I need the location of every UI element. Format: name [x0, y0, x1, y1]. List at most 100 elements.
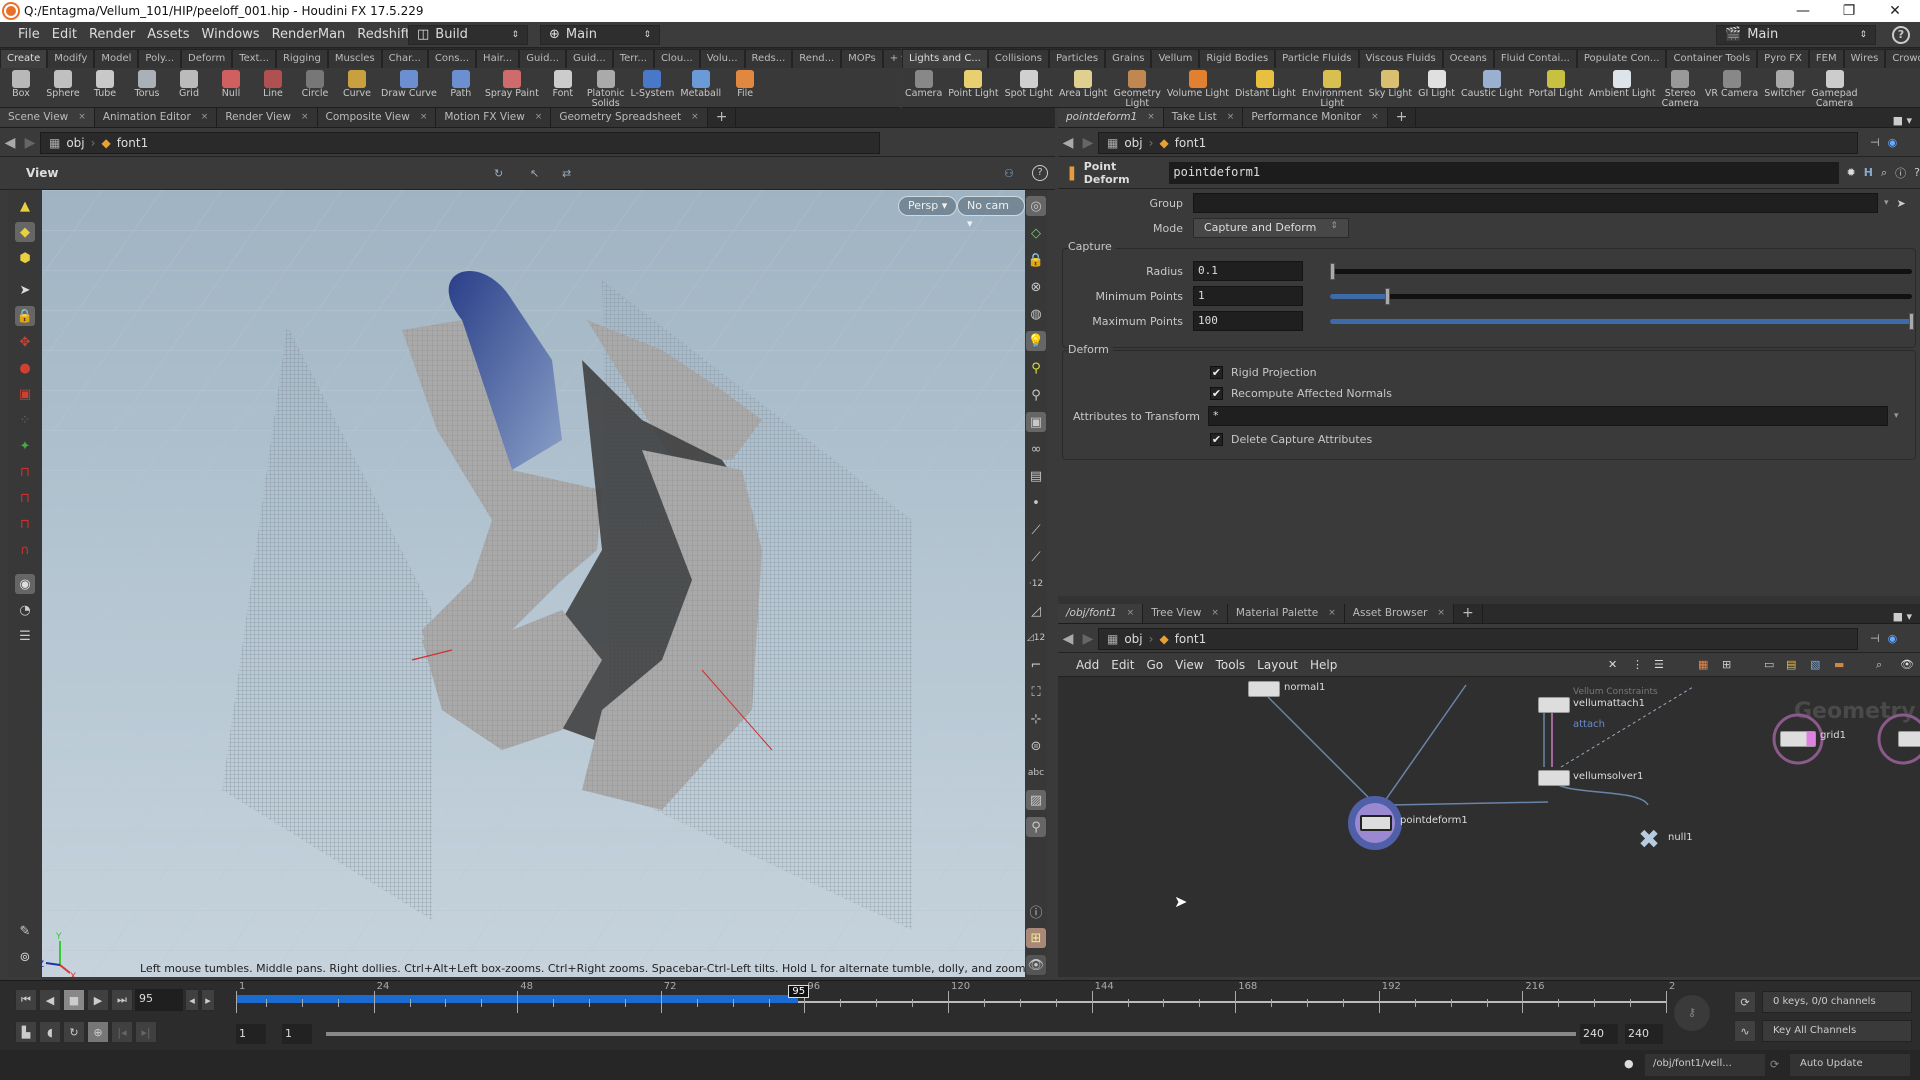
viewport-layout-icon[interactable]: ⊞ — [1026, 928, 1046, 948]
shading-icon[interactable]: ◍ — [1026, 304, 1046, 324]
shelf_left-tab-10[interactable]: Hair... — [476, 49, 520, 68]
pane-menu-icon[interactable]: ■ ▾ — [1893, 610, 1912, 623]
attributes-field[interactable]: * — [1208, 406, 1888, 426]
menu-redshift[interactable]: Redshift — [351, 27, 416, 42]
shelf_right-tab-9[interactable]: Fluid Contai... — [1493, 49, 1577, 68]
network-menu-tools[interactable]: Tools — [1210, 658, 1252, 672]
origin-icon[interactable]: ⊹ — [1026, 709, 1046, 729]
minimize-button[interactable]: — — [1780, 0, 1826, 22]
channel-refresh-icon[interactable]: ⟳ — [1734, 991, 1756, 1013]
add-tab-button[interactable]: + — [1388, 108, 1417, 127]
menu-windows[interactable]: Windows — [196, 27, 266, 42]
audio-icon[interactable]: ◖ — [39, 1021, 61, 1043]
tab-material-palette[interactable]: Material Palette × — [1227, 604, 1345, 623]
add-tab-button[interactable]: + — [708, 108, 737, 127]
marker-icon[interactable]: ⚲ — [1026, 817, 1046, 837]
tab-scene-view[interactable]: Scene View × — [0, 108, 95, 127]
path-font1[interactable]: font1 — [1175, 136, 1207, 150]
tab-asset-browser[interactable]: Asset Browser × — [1344, 604, 1454, 623]
shelf_left-tab-12[interactable]: Guid... — [565, 49, 613, 68]
shelf-tool-camera[interactable]: Camera — [902, 70, 945, 99]
play-button[interactable]: ▶ — [87, 989, 109, 1011]
handle-tool-icon[interactable]: ✦ — [15, 436, 35, 456]
forward-arrow-icon[interactable]: ▶ — [20, 135, 40, 151]
tab-motion-fx-view[interactable]: Motion FX View × — [436, 108, 552, 127]
range-end-icon[interactable]: ▸| — [135, 1021, 157, 1043]
shelf-tool-metaball[interactable]: Metaball — [677, 70, 724, 99]
shelf_right-tab-0[interactable]: Lights and C... — [902, 49, 988, 68]
step-back-button[interactable]: ◀ — [39, 989, 61, 1011]
range-end-field-2[interactable]: 240 — [1625, 1024, 1663, 1044]
shelf_right-tab-3[interactable]: Grains — [1105, 49, 1152, 68]
shelf-tool-grid[interactable]: Grid — [168, 70, 210, 99]
desktop-select-scene[interactable]: 🎬 Main ⇕ — [1716, 24, 1876, 45]
desktop-select-main[interactable]: ⊕ Main ⇕ — [540, 24, 660, 45]
menu-edit[interactable]: Edit — [46, 27, 83, 42]
network-menu-go[interactable]: Go — [1140, 658, 1169, 672]
shelf_left-tab-2[interactable]: Model — [94, 49, 139, 68]
group-dropdown-icon[interactable]: ▾ — [1884, 198, 1889, 208]
network-menu-add[interactable]: Add — [1070, 658, 1105, 672]
shelf-tool-caustic-light[interactable]: Caustic Light — [1458, 70, 1526, 99]
shelf_right-tab-10[interactable]: Populate Con... — [1576, 49, 1667, 68]
ghost-icon[interactable]: ⊗ — [1026, 277, 1046, 297]
timeline-scrubber[interactable]: 1 24 48 72 96 120 144 168 192 216 2 95 — [236, 981, 1675, 1015]
tools-icon[interactable]: ✕ — [1608, 658, 1617, 671]
stereo-icon[interactable]: ∞ — [1026, 439, 1046, 459]
network-editor[interactable]: Geometry normal1 Vellum Constraints vell… — [1058, 677, 1920, 977]
recompute-normals-toggle[interactable]: ✔ Recompute Affected Normals — [1210, 387, 1392, 400]
network-search-icon[interactable]: ⌕ — [1876, 658, 1882, 672]
shelf-tool-gi-light[interactable]: GI Light — [1415, 70, 1458, 99]
range-start-field-2[interactable]: 1 — [282, 1024, 312, 1044]
network-path-field[interactable]: ▦ obj › ◆ font1 — [1098, 627, 1858, 650]
range-slider[interactable] — [326, 1032, 1576, 1036]
shelf_right-tab-1[interactable]: Collisions — [987, 49, 1049, 68]
pin-icon[interactable]: ⊣ — [1870, 632, 1880, 645]
shelf_left-tab-16[interactable]: Reds... — [744, 49, 793, 68]
subnet-icon[interactable]: ▬ — [1834, 658, 1844, 671]
rigid-projection-toggle[interactable]: ✔ Rigid Projection — [1210, 366, 1317, 379]
search-icon[interactable]: ⌕ — [1881, 166, 1887, 180]
group-field[interactable] — [1193, 193, 1878, 213]
tab-pointdeform1[interactable]: pointdeform1 × — [1058, 108, 1164, 127]
menu-render[interactable]: Render — [83, 27, 141, 42]
shelf-tool-volume-light[interactable]: Volume Light — [1164, 70, 1232, 99]
status-path[interactable]: /obj/font1/vell... — [1645, 1054, 1765, 1076]
shelf-tool-path[interactable]: Path — [440, 70, 482, 99]
tab-performance-monitor[interactable]: Performance Monitor × — [1243, 108, 1388, 127]
shelf_left-tab-13[interactable]: Terr... — [612, 49, 654, 68]
select-tool-icon[interactable]: ↖ — [530, 167, 539, 180]
pin-icon[interactable]: ⊣ — [1870, 136, 1880, 149]
update-mode-select[interactable]: Auto Update — [1790, 1054, 1910, 1076]
tab-render-view[interactable]: Render View × — [217, 108, 318, 127]
display-options-icon[interactable]: ⚇ — [1004, 167, 1014, 180]
waveform-icon[interactable]: ∿ — [1734, 1020, 1756, 1042]
shelf-tool-box[interactable]: Box — [0, 70, 42, 99]
shelf_left-tab-17[interactable]: Rend... — [792, 49, 842, 68]
back-arrow-icon[interactable]: ◀ — [1058, 631, 1078, 647]
select-mode-object-icon[interactable]: ▲ — [15, 196, 35, 216]
shelf_left-tab-6[interactable]: Rigging — [275, 49, 328, 68]
back-arrow-icon[interactable]: ◀ — [0, 135, 20, 151]
path-obj[interactable]: obj — [1124, 136, 1142, 150]
camera-display-icon[interactable]: ▣ — [1026, 412, 1046, 432]
render-region-icon[interactable]: ◔ — [15, 600, 35, 620]
shelf-tool-l-system[interactable]: L-System — [627, 70, 677, 99]
tab-network-obj-font1[interactable]: /obj/font1 × — [1058, 604, 1144, 623]
shape-palette-icon[interactable]: ⊞ — [1722, 658, 1731, 671]
min-points-slider[interactable] — [1330, 288, 1912, 305]
radius-field[interactable]: 0.1 — [1193, 261, 1303, 281]
min-points-field[interactable]: 1 — [1193, 286, 1303, 306]
headlight-icon[interactable]: ⚲ — [1026, 358, 1046, 378]
shelf_right-tab-5[interactable]: Rigid Bodies — [1199, 49, 1276, 68]
jump-end-button[interactable]: ⏭ — [111, 989, 133, 1011]
point-normal-icon[interactable]: ⟋ — [1026, 547, 1046, 567]
gear-icon[interactable]: ✹ — [1847, 166, 1856, 179]
shelf-tool-area-light[interactable]: Area Light — [1056, 70, 1111, 99]
jump-start-button[interactable]: ⏮ — [15, 989, 37, 1011]
shelf-tool-sphere[interactable]: Sphere — [42, 70, 84, 99]
scale-tool-icon[interactable]: ▣ — [15, 384, 35, 404]
brush-tool-icon[interactable]: ⁘ — [15, 410, 35, 430]
slider-thumb[interactable] — [1330, 263, 1335, 280]
link-icon[interactable]: ◉ — [1888, 136, 1898, 149]
